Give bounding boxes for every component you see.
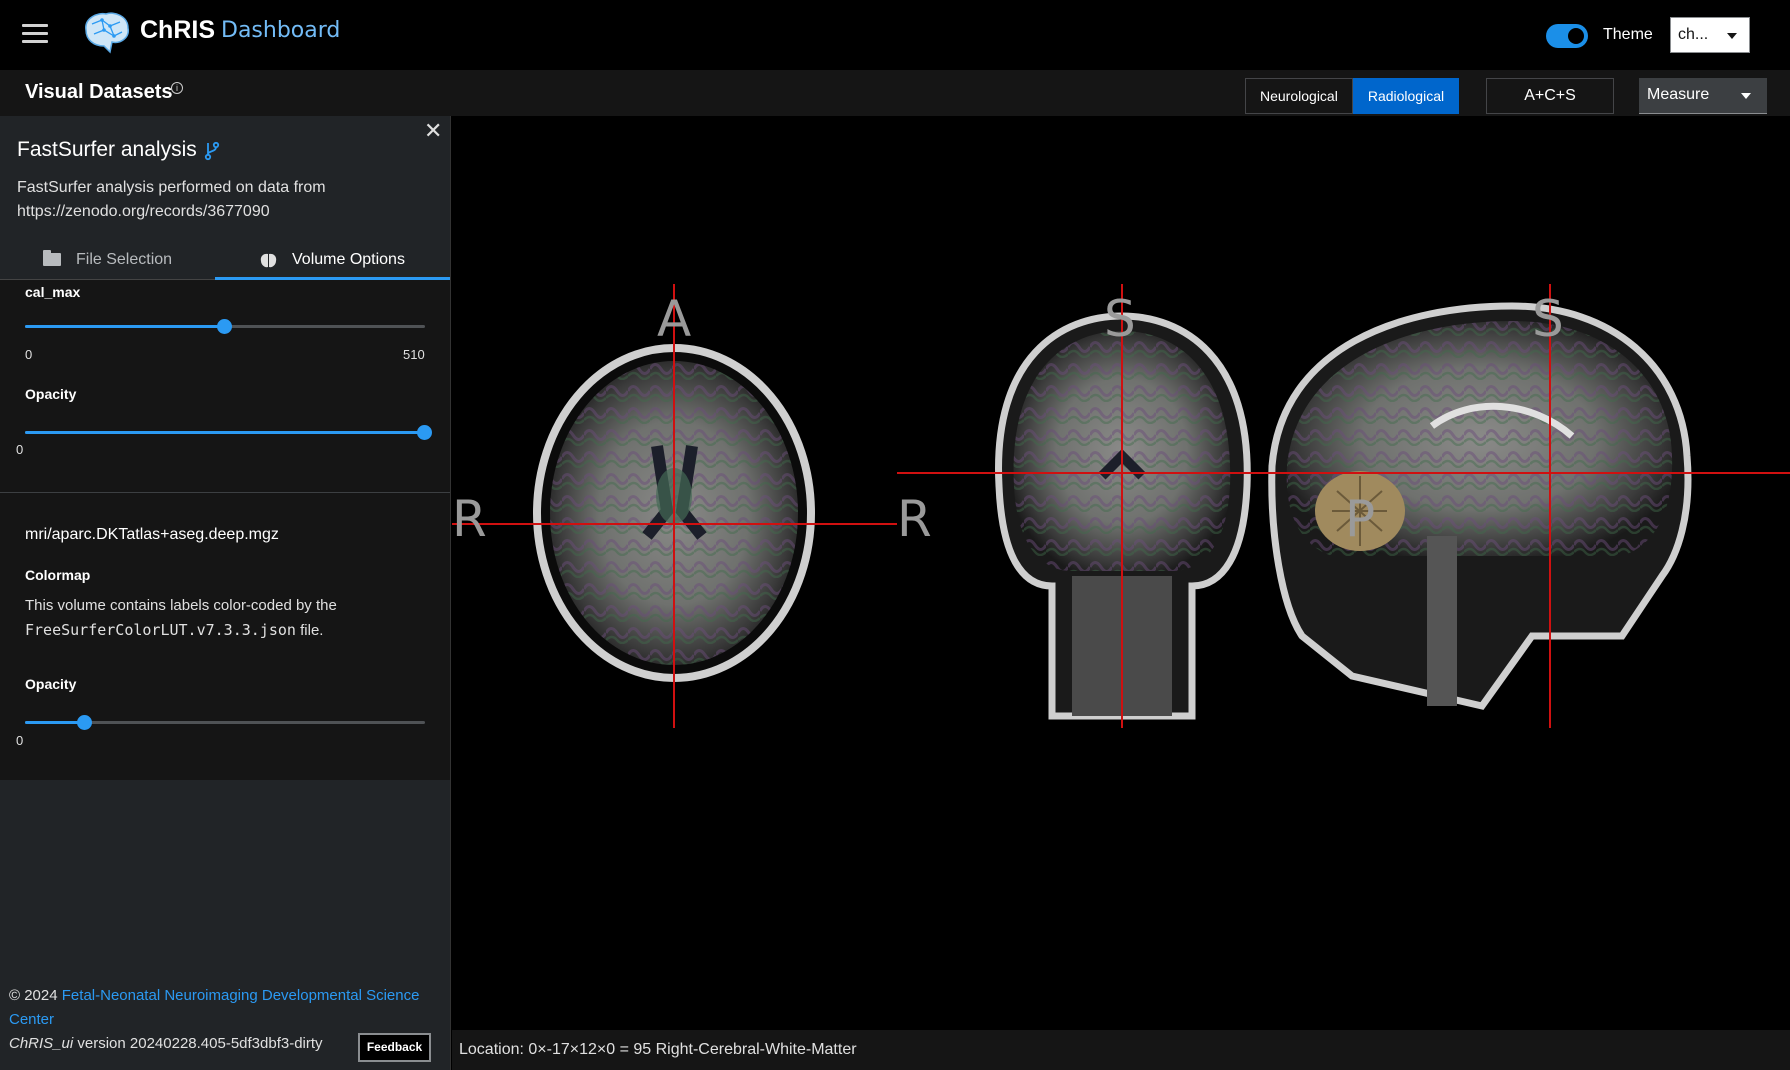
coronal-top-label: S <box>1104 290 1136 348</box>
opacity-slider[interactable] <box>25 712 425 732</box>
dataset-title: FastSurfer analysis <box>17 138 197 161</box>
tab-label: Volume Options <box>292 251 405 268</box>
chevron-down-icon <box>1727 33 1737 39</box>
slider-thumb[interactable] <box>77 715 92 730</box>
slider-thumb[interactable] <box>417 425 432 440</box>
viewer-svg: A R S R S P <box>452 284 1790 728</box>
code-branch-icon[interactable] <box>204 141 220 161</box>
theme-select-value: ch... <box>1678 26 1709 43</box>
volume-options-panel[interactable]: cal_max 0 510 Opacity 0 mri/aparc.DKTatl… <box>0 280 450 780</box>
menu-toggle-button[interactable] <box>22 24 48 44</box>
chris-logo-icon <box>85 12 129 54</box>
tab-file-selection[interactable]: File Selection <box>0 240 215 280</box>
sagittal-top-label: S <box>1532 290 1564 348</box>
tab-volume-options[interactable]: Volume Options <box>215 240 450 280</box>
footer-copyright: © 2024 Fetal-Neonatal Neuroimaging Devel… <box>9 987 420 1028</box>
opacity-min: 0 <box>16 733 24 748</box>
volume-divider <box>0 492 450 493</box>
cal-max-min: 0 <box>25 347 33 362</box>
dataset-sidebar: ✕ FastSurfer analysis FastSurfer analysi… <box>0 116 451 1070</box>
theme-toggle[interactable] <box>1546 24 1588 48</box>
tab-label: File Selection <box>76 251 173 268</box>
brand-name: ChRIS <box>140 16 215 44</box>
opacity-slider[interactable] <box>25 422 432 442</box>
sagittal-view <box>1268 302 1692 710</box>
axial-left-label: R <box>452 490 487 548</box>
chevron-down-icon <box>1741 93 1751 99</box>
measure-select[interactable]: Measure <box>1639 78 1767 114</box>
slider-thumb[interactable] <box>217 319 232 334</box>
colormap-label: Colormap <box>25 567 91 583</box>
axial-top-label: A <box>657 290 691 348</box>
dataset-description: FastSurfer analysis performed on data fr… <box>17 179 326 220</box>
info-icon[interactable]: i <box>171 82 183 94</box>
theme-select[interactable]: ch... <box>1670 17 1750 53</box>
cal-max-label: cal_max <box>25 284 81 300</box>
masthead: ChRIS Dashboard Theme ch... <box>0 0 1790 70</box>
cal-max-slider[interactable] <box>25 316 425 336</box>
brain-icon <box>260 253 277 268</box>
coronal-left-label: R <box>897 490 932 548</box>
feedback-button[interactable]: Feedback <box>358 1033 431 1062</box>
close-icon[interactable]: ✕ <box>424 118 442 144</box>
radiological-button[interactable]: Radiological <box>1352 78 1460 114</box>
folder-icon <box>43 250 61 266</box>
nifti-viewer-canvas[interactable]: A R S R S P <box>452 116 1790 1030</box>
brand-subtitle: Dashboard <box>221 18 341 43</box>
cal-max-max: 510 <box>403 347 425 362</box>
page-header: Visual Datasets i Neurological Radiologi… <box>0 70 1790 116</box>
neurological-button[interactable]: Neurological <box>1245 78 1353 114</box>
location-status-bar: Location: 0×-17×12×0 = 95 Right-Cerebral… <box>452 1030 1790 1070</box>
page-title: Visual Datasets <box>25 81 173 103</box>
org-link[interactable]: Fetal-Neonatal Neuroimaging Developmenta… <box>9 987 419 1028</box>
volume-filename: mri/aparc.DKTatlas+aseg.deep.mgz <box>25 526 279 543</box>
layout-button[interactable]: A+C+S <box>1486 78 1614 114</box>
opacity-label: Opacity <box>25 676 77 692</box>
opacity-min: 0 <box>16 442 24 457</box>
orientation-toggle-group: Neurological Radiological <box>1245 78 1460 114</box>
sidebar-tabs: File Selection Volume Options <box>0 240 450 280</box>
sagittal-left-label: P <box>1345 490 1375 548</box>
colormap-description: This volume contains labels color-coded … <box>25 597 337 639</box>
colormap-file: FreeSurferColorLUT.v7.3.3.json <box>25 621 296 639</box>
footer-version: ChRIS_ui version 20240228.405-5df3dbf3-d… <box>9 1035 323 1052</box>
opacity-label: Opacity <box>25 386 77 402</box>
measure-select-value: Measure <box>1647 86 1710 103</box>
theme-label: Theme <box>1603 26 1653 43</box>
